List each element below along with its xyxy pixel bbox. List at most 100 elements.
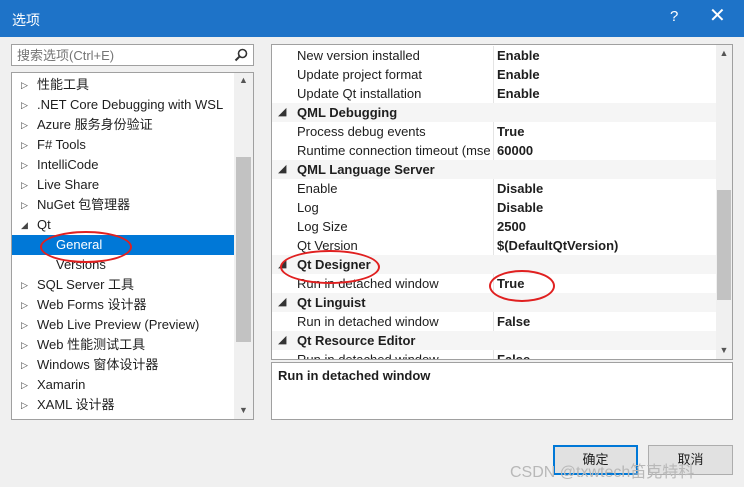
tree-scrollbar[interactable]: ▲ ▼ (234, 73, 253, 419)
property-row[interactable]: Update project format Enable (272, 65, 716, 84)
property-value[interactable]: True (497, 274, 524, 293)
options-tree[interactable]: ▷ XAML 设计器 ▷ Xamarin ▷ Windows 窗体设计器 ▷ Web 性能测试… (11, 72, 254, 420)
property-category[interactable]: ◢ QML Language Server (272, 160, 716, 179)
category-label: QML Language Server (297, 162, 435, 177)
property-value[interactable]: False (497, 350, 530, 359)
column-divider (493, 179, 494, 198)
scroll-up-icon[interactable]: ▲ (234, 75, 253, 85)
property-name: New version installed (297, 48, 420, 63)
tree-item[interactable]: ▷ Live Share (12, 175, 234, 195)
property-category[interactable]: ◢ Qt Resource Editor (272, 331, 716, 350)
property-value[interactable]: False (497, 312, 530, 331)
property-row[interactable]: Log Disable (272, 198, 716, 217)
tree-item-label: Azure 服务身份验证 (37, 117, 153, 132)
collapsed-arrow-icon[interactable]: ▷ (21, 375, 28, 395)
tree-item[interactable]: ◢ Qt (12, 215, 234, 235)
tree-item[interactable]: ▷ SQL Server 工具 (12, 275, 234, 295)
tree-item[interactable]: ▷ Web 性能测试工具 (12, 335, 234, 355)
tree-scrollbar-thumb[interactable] (236, 157, 251, 342)
property-value[interactable]: Enable (497, 84, 540, 103)
tree-item[interactable]: ▷ NuGet 包管理器 (12, 195, 234, 215)
collapsed-arrow-icon[interactable]: ▷ (21, 195, 28, 215)
collapsed-arrow-icon[interactable]: ▷ (21, 115, 28, 135)
collapsed-arrow-icon[interactable]: ▷ (21, 275, 28, 295)
help-button[interactable]: ? (670, 8, 678, 25)
tree-item-label: XAML 设计器 (37, 397, 115, 412)
collapsed-arrow-icon[interactable]: ▷ (21, 395, 28, 415)
collapsed-arrow-icon[interactable]: ▷ (21, 315, 28, 335)
category-collapse-icon[interactable]: ◢ (278, 293, 286, 312)
property-value[interactable]: True (497, 122, 524, 141)
collapsed-arrow-icon[interactable]: ▷ (21, 335, 28, 355)
column-divider (493, 236, 494, 255)
category-label: QML Debugging (297, 105, 398, 120)
tree-item-label: Web Live Preview (Preview) (37, 317, 200, 332)
property-row[interactable]: Qt Version $(DefaultQtVersion) (272, 236, 716, 255)
tree-item[interactable]: ▷ Xamarin (12, 375, 234, 395)
tree-item[interactable]: ▷ .NET Core Debugging with WSL (12, 95, 234, 115)
property-value[interactable]: Enable (497, 65, 540, 84)
expanded-arrow-icon[interactable]: ◢ (21, 215, 28, 235)
search-icon[interactable] (233, 47, 249, 63)
column-divider (493, 274, 494, 293)
property-row[interactable]: New version installed Enable (272, 46, 716, 65)
close-button[interactable]: ✕ (709, 6, 726, 26)
collapsed-arrow-icon[interactable]: ▷ (21, 155, 28, 175)
property-name: Runtime connection timeout (mse (297, 143, 491, 158)
property-category[interactable]: ◢ QML Debugging (272, 103, 716, 122)
collapsed-arrow-icon[interactable]: ▷ (21, 355, 28, 375)
description-title: Run in detached window (278, 368, 431, 383)
property-value[interactable]: Disable (497, 179, 543, 198)
category-collapse-icon[interactable]: ◢ (278, 160, 286, 179)
tree-item[interactable]: ▷ Web Forms 设计器 (12, 295, 234, 315)
grid-scrollbar[interactable]: ▲ ▼ (716, 45, 732, 359)
property-name: Enable (297, 181, 338, 196)
property-row[interactable]: Enable Disable (272, 179, 716, 198)
property-row[interactable]: Process debug events True (272, 122, 716, 141)
property-value[interactable]: 2500 (497, 217, 526, 236)
category-label: Qt Designer (297, 257, 371, 272)
tree-item[interactable]: General (12, 235, 234, 255)
property-grid[interactable]: Run in detached window False ◢ Qt Resource … (271, 44, 733, 360)
property-value[interactable]: Enable (497, 46, 540, 65)
tree-item[interactable]: ▷ IntelliCode (12, 155, 234, 175)
property-value[interactable]: $(DefaultQtVersion) (497, 236, 618, 255)
collapsed-arrow-icon[interactable]: ▷ (21, 75, 28, 95)
grid-scroll-down-icon[interactable]: ▼ (716, 345, 732, 355)
property-name: Update project format (297, 67, 423, 82)
tree-item[interactable]: Versions (12, 255, 234, 275)
tree-item-label: IntelliCode (37, 157, 99, 172)
property-value[interactable]: Disable (497, 198, 543, 217)
property-row[interactable]: Log Size 2500 (272, 217, 716, 236)
property-row[interactable]: Run in detached window False (272, 312, 716, 331)
property-category[interactable]: ◢ Qt Designer (272, 255, 716, 274)
search-input[interactable] (12, 45, 227, 65)
category-collapse-icon[interactable]: ◢ (278, 255, 286, 274)
collapsed-arrow-icon[interactable]: ▷ (21, 175, 28, 195)
collapsed-arrow-icon[interactable]: ▷ (21, 295, 28, 315)
collapsed-arrow-icon[interactable]: ▷ (21, 135, 28, 155)
category-collapse-icon[interactable]: ◢ (278, 103, 286, 122)
tree-item-label: Qt (37, 217, 51, 232)
property-name: Log (297, 200, 319, 215)
category-collapse-icon[interactable]: ◢ (278, 331, 286, 350)
property-row[interactable]: Run in detached window True (272, 274, 716, 293)
property-name: Log Size (297, 219, 348, 234)
tree-item[interactable]: ▷ F# Tools (12, 135, 234, 155)
property-row[interactable]: Update Qt installation Enable (272, 84, 716, 103)
property-category[interactable]: ◢ Qt Linguist (272, 293, 716, 312)
tree-item[interactable]: ▷ 性能工具 (12, 75, 234, 95)
property-value[interactable]: 60000 (497, 141, 533, 160)
property-name: Run in detached window (297, 276, 439, 291)
collapsed-arrow-icon[interactable]: ▷ (21, 95, 28, 115)
tree-item[interactable]: ▷ Web Live Preview (Preview) (12, 315, 234, 335)
tree-item[interactable]: ▷ XAML 设计器 (12, 395, 234, 415)
grid-scroll-up-icon[interactable]: ▲ (716, 48, 732, 58)
scroll-down-icon[interactable]: ▼ (234, 405, 253, 415)
grid-scrollbar-thumb[interactable] (717, 190, 731, 300)
tree-item[interactable]: ▷ Windows 窗体设计器 (12, 355, 234, 375)
tree-item[interactable]: ▷ Azure 服务身份验证 (12, 115, 234, 135)
search-box[interactable] (11, 44, 254, 66)
property-row[interactable]: Run in detached window False (272, 350, 716, 359)
property-row[interactable]: Runtime connection timeout (mse 60000 (272, 141, 716, 160)
